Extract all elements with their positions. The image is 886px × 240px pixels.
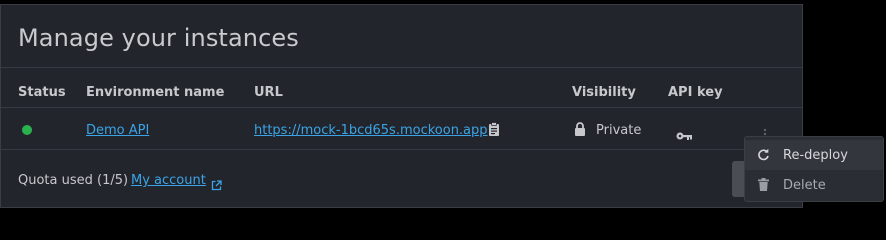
modal-title: Manage your instances bbox=[18, 24, 299, 52]
column-header-api-key: API key bbox=[668, 85, 723, 100]
table-bottom-divider bbox=[1, 149, 802, 150]
external-link-icon[interactable] bbox=[211, 176, 222, 195]
trash-icon bbox=[758, 178, 769, 195]
visibility-value: Private bbox=[596, 123, 642, 138]
manage-instances-modal: Manage your instances Status Environment… bbox=[0, 4, 803, 208]
column-header-environment-name: Environment name bbox=[86, 85, 225, 100]
key-icon[interactable] bbox=[676, 126, 692, 145]
redeploy-menu-item[interactable]: Re-deploy bbox=[745, 140, 883, 170]
column-header-url: URL bbox=[254, 85, 283, 100]
my-account-link[interactable]: My account bbox=[131, 173, 206, 188]
table-row: Demo API https://mock-1bcd65s.mockoon.ap… bbox=[1, 113, 802, 149]
environment-name-link[interactable]: Demo API bbox=[86, 123, 149, 138]
table-header-divider bbox=[1, 107, 802, 108]
redeploy-label: Re-deploy bbox=[783, 148, 848, 163]
header-divider bbox=[1, 67, 802, 68]
lock-icon bbox=[574, 122, 586, 141]
delete-menu-item[interactable]: Delete bbox=[745, 170, 883, 200]
column-header-status: Status bbox=[18, 85, 66, 100]
status-indicator bbox=[22, 125, 32, 135]
quota-used-text: Quota used (1/5) bbox=[18, 173, 129, 188]
instance-url-link[interactable]: https://mock-1bcd65s.mockoon.app bbox=[254, 123, 488, 138]
copy-clipboard-icon[interactable] bbox=[488, 122, 500, 141]
redo-icon bbox=[757, 148, 770, 165]
column-header-visibility: Visibility bbox=[572, 85, 636, 100]
instance-context-menu: Re-deploy Delete bbox=[744, 136, 884, 202]
delete-label: Delete bbox=[783, 178, 826, 193]
